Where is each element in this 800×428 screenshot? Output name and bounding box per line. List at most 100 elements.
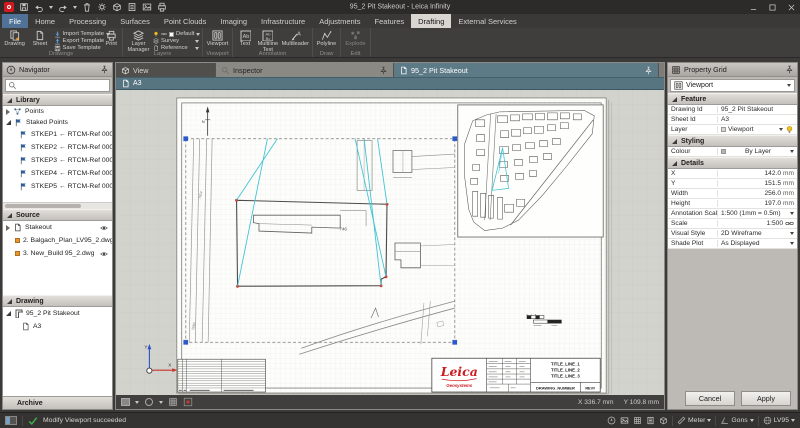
viewport-grip[interactable] [183, 340, 188, 345]
ribbon-tab-drafting[interactable]: Drafting [411, 14, 451, 28]
cube-status-icon[interactable] [659, 416, 668, 425]
qat-delete-button[interactable] [82, 2, 92, 12]
app-logo-icon[interactable] [4, 2, 14, 12]
ribbon-tab-adjustments[interactable]: Adjustments [312, 14, 367, 28]
ribbon-tab-external-services[interactable]: External Services [451, 14, 523, 28]
shade-plot-dropdown-icon[interactable] [790, 242, 794, 245]
tree-item-stkep5[interactable]: STKEP5 ← RTCM-Ref 0000 (07/10/ [3, 180, 112, 193]
grid-toggle-button[interactable] [168, 397, 178, 407]
horizontal-scrollbar[interactable] [3, 202, 112, 209]
drawing-canvas[interactable]: 746 7924 2560 N [116, 90, 664, 395]
viewport-grip[interactable] [183, 136, 188, 141]
viewport-grip[interactable] [452, 136, 457, 141]
multileader-button[interactable]: A Multileader [282, 29, 309, 47]
sheet-tab-bar[interactable]: A3 [116, 77, 664, 90]
ribbon-tab-point-clouds[interactable]: Point Clouds [157, 14, 214, 28]
apply-button[interactable]: Apply [741, 391, 791, 406]
snap-toggle-button[interactable] [183, 397, 193, 407]
viewport-button[interactable]: Viewport [206, 29, 229, 47]
visibility-eye-icon[interactable] [99, 224, 109, 232]
selected-object-dropdown[interactable]: Viewport [670, 79, 795, 92]
qat-print-button[interactable] [157, 2, 167, 12]
panel-toggle-button[interactable] [5, 416, 17, 425]
scale-link-icon[interactable] [785, 219, 794, 228]
qat-image-button[interactable] [142, 2, 152, 12]
tab-inspector[interactable]: Inspector [216, 63, 394, 77]
survey-layer-button[interactable]: Survey [153, 38, 199, 44]
tree-item-points[interactable]: Points [3, 106, 112, 117]
tree-item-staked-points[interactable]: Staked Points [3, 117, 112, 128]
pin-icon[interactable] [644, 66, 653, 75]
qat-open-icon[interactable] [19, 2, 29, 12]
visibility-eye-icon[interactable] [99, 250, 109, 258]
visual-style-dropdown-icon[interactable] [790, 232, 794, 235]
pin-icon[interactable] [785, 65, 794, 74]
pin-icon[interactable] [100, 65, 109, 74]
sheet-button[interactable]: Sheet [28, 29, 51, 47]
layer-dropdown-icon[interactable] [779, 128, 783, 131]
viewport-grip[interactable] [452, 340, 457, 345]
cancel-button[interactable]: Cancel [685, 391, 735, 406]
source-section-header[interactable]: Source [3, 209, 112, 221]
search-input[interactable] [19, 82, 107, 89]
layer-bulb-icon[interactable] [785, 125, 794, 134]
feature-section-header[interactable]: Feature [668, 93, 797, 105]
navigator-search[interactable] [5, 79, 110, 92]
library-section-header[interactable]: Library [3, 94, 112, 106]
close-button[interactable] [786, 2, 796, 12]
qat-undo-button[interactable] [34, 2, 44, 12]
ribbon-tab-processing[interactable]: Processing [62, 14, 113, 28]
qat-inspector-button[interactable] [112, 2, 122, 12]
ribbon-tab-surfaces[interactable]: Surfaces [113, 14, 157, 28]
qat-redo-dropdown-icon[interactable] [73, 6, 77, 9]
details-section-header[interactable]: Details [668, 157, 797, 169]
archive-section-header[interactable]: Archive [3, 396, 112, 409]
tree-item-a3-sheet[interactable]: A3 [3, 320, 112, 333]
tab-stakeout[interactable]: 95_2 Pit Stakeout [394, 63, 659, 77]
tree-item-drawing-root[interactable]: 95_2 Pit Stakeout [3, 307, 112, 320]
import-template-button[interactable]: Import Template [54, 31, 102, 37]
compass-status-icon[interactable] [607, 416, 616, 425]
text-button[interactable]: Ab Text [236, 29, 254, 47]
polyline-button[interactable]: Polyline [316, 29, 337, 47]
grid-status-icon[interactable] [633, 416, 642, 425]
styling-section-header[interactable]: Styling [668, 135, 797, 147]
drawing-section-header[interactable]: Drawing [3, 295, 112, 307]
colour-dropdown-icon[interactable] [790, 150, 794, 153]
ribbon-tab-file[interactable]: File [2, 14, 28, 28]
distance-unit-dropdown[interactable]: Meter [677, 416, 711, 425]
minimize-button[interactable] [748, 2, 758, 12]
report-status-icon[interactable] [646, 416, 655, 425]
qat-redo-button[interactable] [58, 2, 68, 12]
tree-item-stakeout[interactable]: Stakeout [3, 221, 112, 234]
fill-mode-button[interactable] [121, 398, 130, 406]
drawing-button[interactable]: Drawing [3, 29, 26, 47]
maximize-button[interactable] [767, 2, 777, 12]
image-status-icon[interactable] [620, 416, 629, 425]
ribbon-tab-infrastructure[interactable]: Infrastructure [254, 14, 312, 28]
fill-mode-dropdown-icon[interactable] [135, 401, 139, 404]
layer-manager-button[interactable]: Layer Manager [126, 29, 151, 53]
ribbon-tab-imaging[interactable]: Imaging [213, 14, 254, 28]
orbit-dropdown-icon[interactable] [159, 401, 163, 404]
tab-view[interactable]: View [116, 63, 216, 77]
print-button[interactable]: Print [104, 29, 120, 47]
tree-item-stkep4[interactable]: STKEP4 ← RTCM-Ref 0000 (07/10/ [3, 167, 112, 180]
qat-undo-dropdown-icon[interactable] [49, 6, 53, 9]
tree-item-balgach-dwg[interactable]: 2. Balgach_Plan_LV95_2.dwg [3, 234, 112, 247]
tree-item-stkep3[interactable]: STKEP3 ← RTCM-Ref 0000 (07/10/ [3, 154, 112, 167]
tree-item-stkep2[interactable]: STKEP2 ← RTCM-Ref 0000 (07/10/ [3, 141, 112, 154]
ribbon-tab-features[interactable]: Features [368, 14, 412, 28]
multiline-text-button[interactable]: AbBc Multiline Text [256, 29, 280, 53]
orbit-button[interactable] [144, 397, 154, 407]
ribbon-tab-home[interactable]: Home [28, 14, 62, 28]
pin-icon[interactable] [379, 66, 388, 75]
export-template-button[interactable]: Export Template [54, 38, 102, 44]
annotation-scale-dropdown-icon[interactable] [790, 212, 794, 215]
angle-unit-dropdown[interactable]: Gons [720, 416, 753, 425]
tree-item-stkep1[interactable]: STKEP1 ← RTCM-Ref 0000 (07/10/ [3, 128, 112, 141]
tree-item-newbuild-dwg[interactable]: 3. New_Build 95_2.dwg [3, 247, 112, 260]
crs-dropdown[interactable]: LV95 [763, 416, 795, 425]
qat-settings-button[interactable] [97, 2, 107, 12]
default-layer-selector[interactable]: Default [153, 31, 199, 37]
